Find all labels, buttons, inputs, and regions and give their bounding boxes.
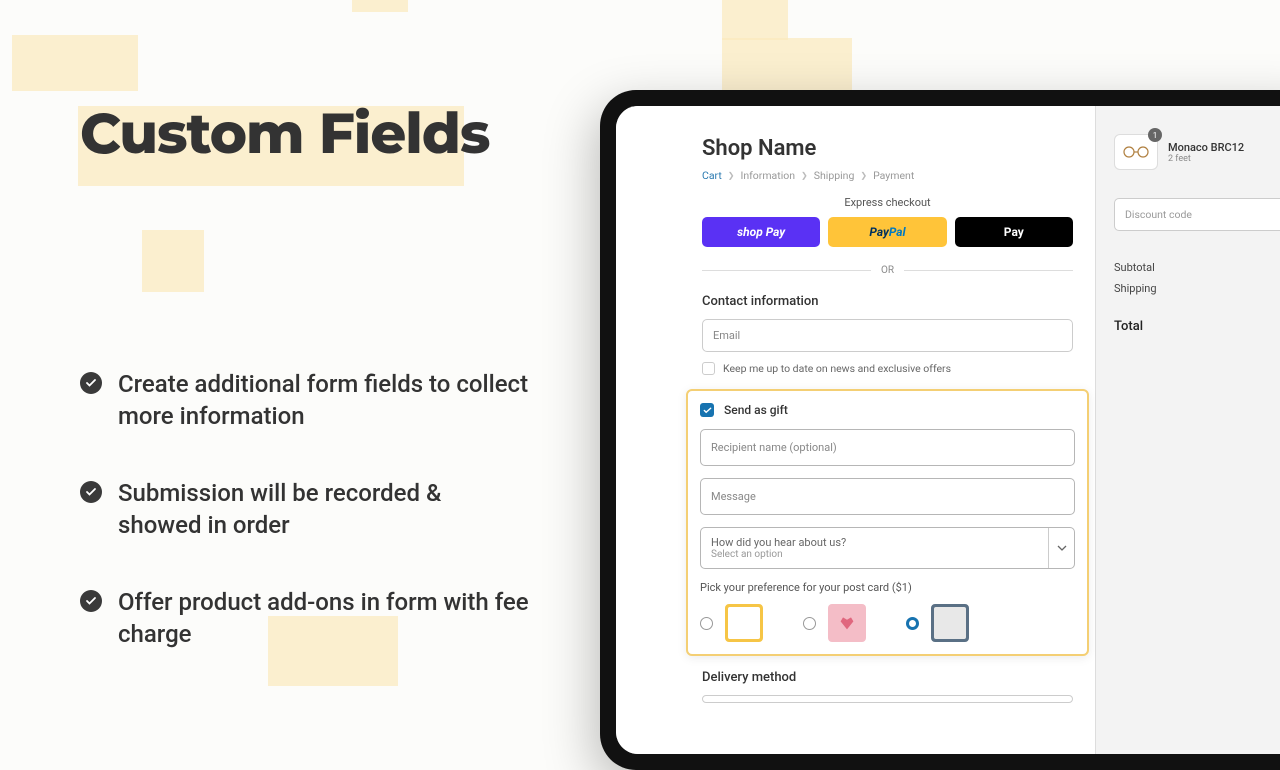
chevron-right-icon: ❯ bbox=[728, 171, 735, 180]
radio-unchecked[interactable] bbox=[803, 617, 816, 630]
crumb-information[interactable]: Information bbox=[741, 169, 796, 182]
feature-text: Create additional form fields to collect… bbox=[118, 368, 530, 433]
postcard-option-2[interactable] bbox=[803, 604, 866, 642]
decor-square bbox=[722, 38, 852, 96]
page-title: Custom Fields bbox=[80, 100, 530, 168]
cart-item: 1 Monaco BRC12 2 feet bbox=[1114, 134, 1280, 170]
quantity-badge: 1 bbox=[1148, 128, 1162, 142]
postcard-option-1[interactable] bbox=[700, 604, 763, 642]
shop-pay-button[interactable]: shop Pay bbox=[702, 217, 820, 247]
checkbox-unchecked[interactable] bbox=[702, 362, 715, 375]
check-icon bbox=[80, 590, 102, 612]
delivery-option[interactable] bbox=[702, 695, 1073, 703]
subtotal-row: Subtotal bbox=[1114, 261, 1280, 274]
product-name: Monaco BRC12 bbox=[1168, 141, 1280, 154]
postcard-thumb-3 bbox=[931, 604, 969, 642]
check-icon bbox=[80, 372, 102, 394]
send-as-gift-label: Send as gift bbox=[724, 403, 788, 417]
newsletter-label: Keep me up to date on news and exclusive… bbox=[723, 362, 951, 375]
crumb-cart[interactable]: Cart bbox=[702, 169, 722, 182]
how-hear-select[interactable]: How did you hear about us? Select an opt… bbox=[700, 527, 1075, 569]
feature-item: Create additional form fields to collect… bbox=[80, 368, 530, 433]
send-as-gift-checkbox[interactable] bbox=[700, 403, 714, 417]
radio-checked[interactable] bbox=[906, 617, 919, 630]
apple-pay-button[interactable]: Pay bbox=[955, 217, 1073, 247]
recipient-name-field[interactable]: Recipient name (optional) bbox=[700, 429, 1075, 466]
shipping-row: Shipping bbox=[1114, 282, 1280, 295]
message-field[interactable]: Message bbox=[700, 478, 1075, 515]
newsletter-checkbox-row[interactable]: Keep me up to date on news and exclusive… bbox=[702, 362, 1073, 375]
postcard-option-3[interactable] bbox=[906, 604, 969, 642]
chevron-down-icon bbox=[1048, 528, 1074, 568]
email-field[interactable]: Email bbox=[702, 319, 1073, 352]
paypal-button[interactable]: PayPal bbox=[828, 217, 946, 247]
feature-text: Offer product add-ons in form with fee c… bbox=[118, 586, 530, 651]
custom-fields-panel: Send as gift Recipient name (optional) M… bbox=[686, 389, 1089, 656]
order-summary: 1 Monaco BRC12 2 feet Discount code Subt… bbox=[1096, 106, 1280, 754]
discount-code-field[interactable]: Discount code bbox=[1114, 198, 1280, 231]
feature-item: Offer product add-ons in form with fee c… bbox=[80, 586, 530, 651]
crumb-shipping[interactable]: Shipping bbox=[814, 169, 855, 182]
decor-square bbox=[722, 0, 788, 40]
divider-or: OR bbox=[702, 265, 1073, 276]
chevron-right-icon: ❯ bbox=[860, 171, 867, 180]
crumb-payment[interactable]: Payment bbox=[873, 169, 914, 182]
contact-info-title: Contact information bbox=[702, 294, 1073, 309]
delivery-method-title: Delivery method bbox=[702, 670, 1073, 685]
feature-text: Submission will be recorded & showed in … bbox=[118, 477, 530, 542]
radio-unchecked[interactable] bbox=[700, 617, 713, 630]
chevron-right-icon: ❯ bbox=[801, 171, 808, 180]
postcard-label: Pick your preference for your post card … bbox=[700, 581, 1075, 594]
feature-item: Submission will be recorded & showed in … bbox=[80, 477, 530, 542]
total-row: Total bbox=[1114, 319, 1280, 334]
check-icon bbox=[80, 481, 102, 503]
shop-title: Shop Name bbox=[702, 136, 1073, 161]
postcard-thumb-2 bbox=[828, 604, 866, 642]
express-checkout-label: Express checkout bbox=[702, 196, 1073, 209]
product-variant: 2 feet bbox=[1168, 154, 1280, 164]
postcard-thumb-1 bbox=[725, 604, 763, 642]
breadcrumb: Cart ❯ Information ❯ Shipping ❯ Payment bbox=[702, 169, 1073, 182]
tablet-frame: Shop Name Cart ❯ Information ❯ Shipping … bbox=[600, 90, 1280, 770]
